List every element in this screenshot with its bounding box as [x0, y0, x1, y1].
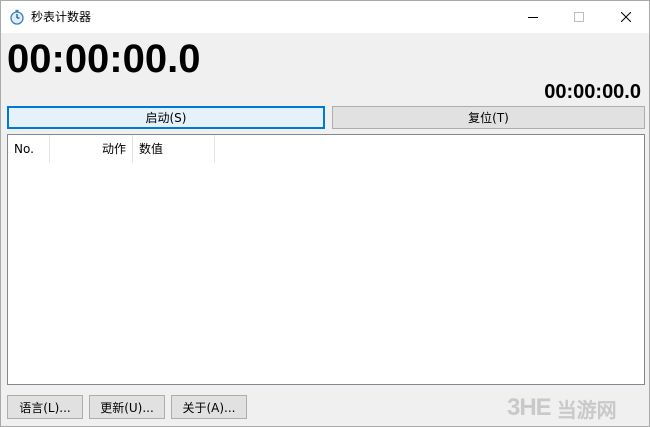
language-button[interactable]: 语言(L)...	[7, 395, 83, 419]
window-title: 秒表计数器	[31, 10, 92, 24]
stopwatch-icon	[9, 9, 25, 25]
maximize-icon	[574, 12, 584, 22]
close-icon	[621, 12, 631, 22]
column-header-no[interactable]: No.	[8, 135, 50, 163]
start-button[interactable]: 启动(S)	[7, 106, 325, 129]
watermark-logo: 3HE	[507, 394, 552, 421]
stopwatch-window: 秒表计数器 00:00:00.0 00:00:00.0 启动(S) 复位(T) …	[0, 0, 650, 427]
lap-list[interactable]: No. 动作 数值	[7, 134, 645, 385]
about-button[interactable]: 关于(A)...	[171, 395, 247, 419]
main-timer-display: 00:00:00.0	[7, 37, 201, 81]
minimize-button[interactable]	[510, 1, 556, 33]
maximize-button[interactable]	[556, 1, 602, 33]
watermark-text: 当游网	[556, 397, 617, 422]
column-header-value[interactable]: 数值	[133, 135, 215, 163]
update-button[interactable]: 更新(U)...	[89, 395, 165, 419]
watermark: 3HE 当游网	[507, 393, 647, 423]
title-bar[interactable]: 秒表计数器	[1, 1, 649, 33]
close-button[interactable]	[603, 1, 649, 33]
minimize-icon	[528, 17, 538, 18]
lap-timer-display: 00:00:00.0	[544, 81, 641, 103]
reset-button[interactable]: 复位(T)	[332, 106, 645, 129]
column-header-action[interactable]: 动作	[50, 135, 133, 163]
list-header: No. 动作 数值	[8, 135, 644, 163]
